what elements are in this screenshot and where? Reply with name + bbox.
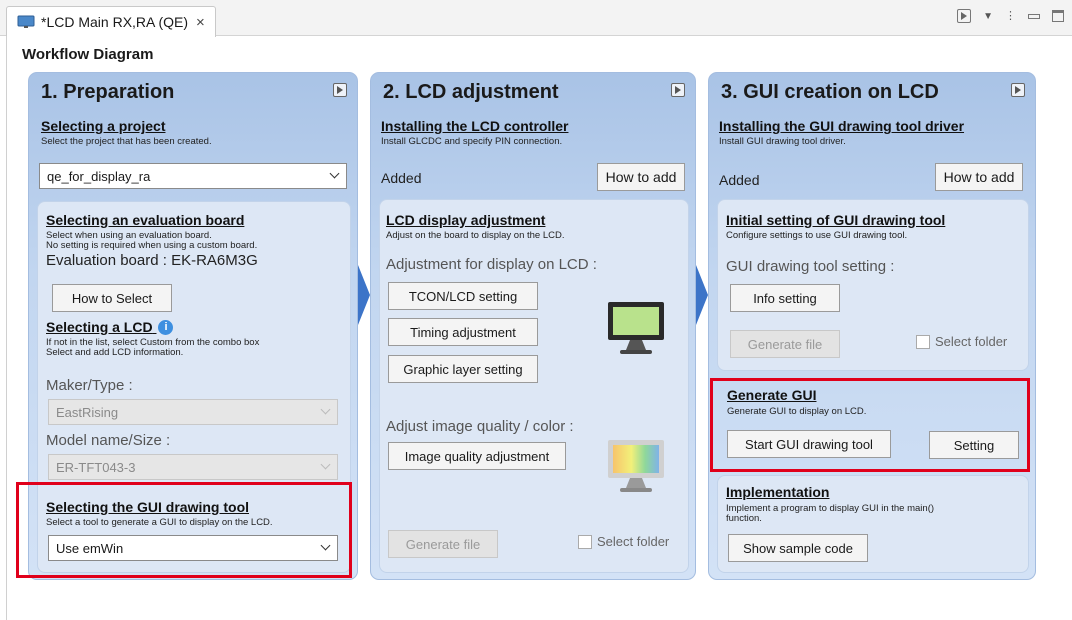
select-folder-checkbox[interactable]: Select folder [578,534,669,549]
section-heading-implementation[interactable]: Implementation [726,484,829,500]
generate-file-button[interactable]: Generate file [730,330,840,358]
gui-tool-setting-label: GUI drawing tool setting : [726,258,895,275]
section-heading-board[interactable]: Selecting an evaluation board [46,212,244,228]
evaluation-board-label: Evaluation board : EK-RA6M3G [46,252,258,269]
project-select-value: qe_for_display_ra [47,168,151,184]
adjust-quality-label: Adjust image quality / color : [386,418,574,435]
close-icon[interactable]: × [196,14,205,31]
more-options-icon[interactable]: ⋮ [1005,10,1016,21]
section-desc: function. [726,513,762,524]
column-title: 3. GUI creation on LCD [721,81,939,103]
editor-border [6,36,7,620]
adjustment-display-label: Adjustment for display on LCD : [386,256,597,273]
display-adjustment-panel: LCD display adjustment Adjust on the boa… [379,199,689,573]
view-toolbar: ▼ ⋮ [957,9,1064,23]
column-title: 1. Preparation [41,81,175,103]
maker-type-value: EastRising [56,404,119,420]
section-desc: Configure settings to use GUI drawing to… [726,230,908,241]
flow-arrow-icon [358,265,370,325]
section-desc: Install GLCDC and specify PIN connection… [381,136,563,147]
section-desc: Select the project that has been created… [41,136,212,147]
maximize-icon[interactable] [1052,10,1064,22]
graphic-layer-setting-button[interactable]: Graphic layer setting [388,355,538,383]
checkbox-box[interactable] [578,534,592,549]
how-to-select-button[interactable]: How to Select [52,284,172,312]
highlight-generate-gui-box [710,378,1030,472]
section-heading-lcd[interactable]: Selecting a LCD i [46,319,174,335]
tcon-lcd-setting-button[interactable]: TCON/LCD setting [388,282,538,310]
lcd-monitor-icon [608,302,664,354]
section-desc: Install GUI drawing tool driver. [719,136,846,147]
minimize-icon[interactable] [1028,13,1040,19]
info-icon[interactable]: i [158,320,174,335]
select-folder-label: Select folder [597,534,670,549]
play-icon[interactable] [957,9,972,23]
implementation-panel: Implementation Implement a program to di… [717,475,1029,573]
play-icon[interactable] [671,83,685,97]
section-heading-display[interactable]: LCD display adjustment [386,212,545,228]
select-folder-checkbox[interactable]: Select folder [916,334,1007,349]
color-monitor-icon [608,440,664,492]
workflow-title: Workflow Diagram [22,46,154,63]
flow-arrow-icon [696,265,708,325]
info-setting-button[interactable]: Info setting [730,284,840,312]
tab-title: *LCD Main RX,RA (QE) [41,14,189,30]
driver-status: Added [719,172,760,188]
monitor-icon [17,15,35,28]
section-heading-driver[interactable]: Installing the GUI drawing tool driver [719,118,964,134]
section-heading-project[interactable]: Selecting a project [41,118,165,134]
editor-tab-bar: *LCD Main RX,RA (QE) × ▼ ⋮ [0,0,1072,37]
generate-file-button[interactable]: Generate file [388,530,498,558]
initial-setting-panel: Initial setting of GUI drawing tool Conf… [717,199,1029,371]
show-sample-code-button[interactable]: Show sample code [728,534,868,562]
column-title: 2. LCD adjustment [383,81,559,103]
highlight-gui-tool-box [16,482,352,578]
play-icon[interactable] [333,83,347,97]
section-heading-initial[interactable]: Initial setting of GUI drawing tool [726,212,945,228]
section-desc: Select and add LCD information. [46,347,184,358]
image-quality-adjustment-button[interactable]: Image quality adjustment [388,442,566,470]
chevron-down-icon [329,168,340,179]
section-desc: No setting is required when using a cust… [46,240,258,251]
how-to-add-button[interactable]: How to add [597,163,685,191]
chevron-down-icon [320,459,331,470]
checkbox-box[interactable] [916,334,930,349]
dropdown-arrow-icon[interactable]: ▼ [983,11,993,22]
timing-adjustment-button[interactable]: Timing adjustment [388,318,538,346]
model-size-value: ER-TFT043-3 [56,459,136,475]
project-select[interactable]: qe_for_display_ra [39,163,347,189]
section-heading-lcd-label: Selecting a LCD [46,319,153,335]
section-heading-controller[interactable]: Installing the LCD controller [381,118,568,134]
chevron-down-icon [320,404,331,415]
how-to-add-button[interactable]: How to add [935,163,1023,191]
column-gui-creation: 3. GUI creation on LCD Installing the GU… [708,72,1036,580]
select-folder-label: Select folder [935,334,1008,349]
model-size-select: ER-TFT043-3 [48,454,338,480]
controller-status: Added [381,170,422,186]
column-lcd-adjustment: 2. LCD adjustment Installing the LCD con… [370,72,696,580]
model-size-label: Model name/Size : [46,432,171,449]
section-desc: Adjust on the board to display on the LC… [386,230,565,241]
maker-type-label: Maker/Type : [46,377,133,394]
maker-type-select: EastRising [48,399,338,425]
play-icon[interactable] [1011,83,1025,97]
editor-tab[interactable]: *LCD Main RX,RA (QE) × [6,6,216,37]
